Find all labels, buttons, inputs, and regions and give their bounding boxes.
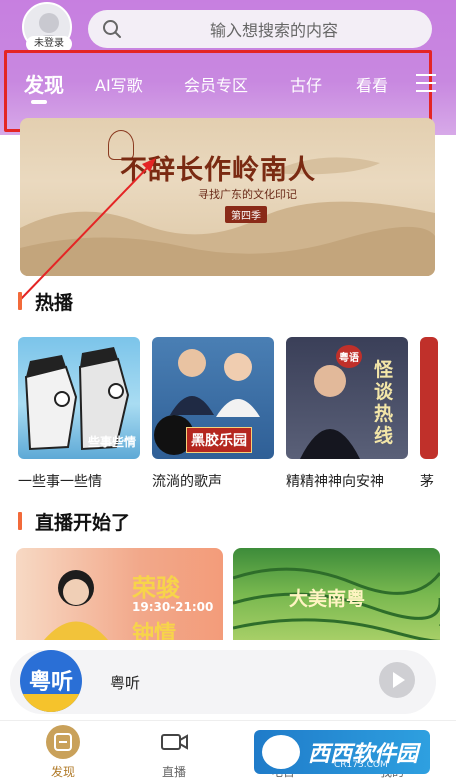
tab-discover[interactable]: 发现 — [24, 69, 64, 98]
video-icon — [161, 734, 188, 750]
hot-card-1-label[interactable]: 一些事一些情 — [18, 471, 102, 491]
menu-icon[interactable] — [416, 74, 436, 92]
singer-photo — [44, 570, 108, 640]
tab-ai-songwriting[interactable]: AI写歌 — [95, 72, 143, 96]
live-card-1[interactable]: 荣骏 19:30-21:00 钟情 — [16, 548, 223, 640]
hot-heading: 热播 — [35, 292, 74, 314]
hot-card-3[interactable]: 粤语 怪谈热线 — [286, 337, 408, 459]
section-marker — [18, 512, 22, 530]
card-cover-text: 黑胶乐园 — [186, 427, 252, 453]
live-card-cover-text: 大美南粤 — [289, 588, 366, 610]
hot-card-4[interactable] — [420, 337, 438, 459]
hot-card-2[interactable]: 黑胶乐园 — [152, 337, 274, 459]
live-heading: 直播开始了 — [35, 512, 131, 534]
discover-icon — [46, 725, 80, 759]
banner-season: 第四季 — [225, 206, 267, 223]
banner-carousel[interactable]: 不辞长作岭南人 寻找广东的文化印记 第四季 — [20, 118, 435, 276]
hot-card-3-label[interactable]: 精精神神向安神 — [286, 471, 384, 491]
hot-card-1[interactable]: 些事些情 — [18, 337, 140, 459]
banner-title: 不辞长作岭南人 — [120, 155, 316, 186]
card-cover-text: 些事些情 — [88, 435, 137, 449]
hot-card-2-label[interactable]: 流淌的歌声 — [152, 471, 222, 491]
watermark-logo: 西西软件园 CR173.COM — [254, 730, 430, 774]
player-logo-text: 粤听 — [28, 670, 73, 695]
watermark-mascot-icon — [262, 735, 300, 769]
search-bar[interactable]: 输入想搜索的内容 — [88, 10, 432, 48]
banner-subtitle: 寻找广东的文化印记 — [198, 188, 297, 201]
hot-card-4-label[interactable]: 茅 — [420, 471, 434, 491]
tab-vip-zone[interactable]: 会员专区 — [184, 72, 248, 96]
nav-discover[interactable]: 发现 — [33, 724, 93, 780]
play-button[interactable] — [379, 662, 415, 698]
player-title: 粤听 — [110, 674, 141, 692]
tab-watch[interactable]: 看看 — [356, 72, 388, 96]
player-logo: 粤听 — [20, 650, 82, 712]
nav-live-label: 直播 — [161, 765, 186, 779]
nav-live[interactable]: 直播 — [144, 724, 204, 780]
section-marker — [18, 292, 22, 310]
watermark-sub: CR173.COM — [334, 760, 388, 770]
live-card-extra: 钟情 — [132, 622, 177, 640]
live-card-cover-text: 荣骏 — [132, 574, 180, 602]
live-card-2[interactable]: 大美南粤 — [233, 548, 440, 640]
search-placeholder: 输入想搜索的内容 — [209, 21, 338, 40]
avatar[interactable]: 未登录 — [22, 2, 76, 54]
nav-discover-label: 发现 — [50, 765, 75, 779]
tab-active-indicator — [31, 100, 47, 104]
live-card-time: 19:30-21:00 — [132, 600, 214, 614]
card-cover-text: 怪谈热线 — [374, 359, 394, 447]
cantonese-badge: 粤语 — [336, 345, 362, 368]
tab-guzai[interactable]: 古仔 — [290, 72, 322, 96]
